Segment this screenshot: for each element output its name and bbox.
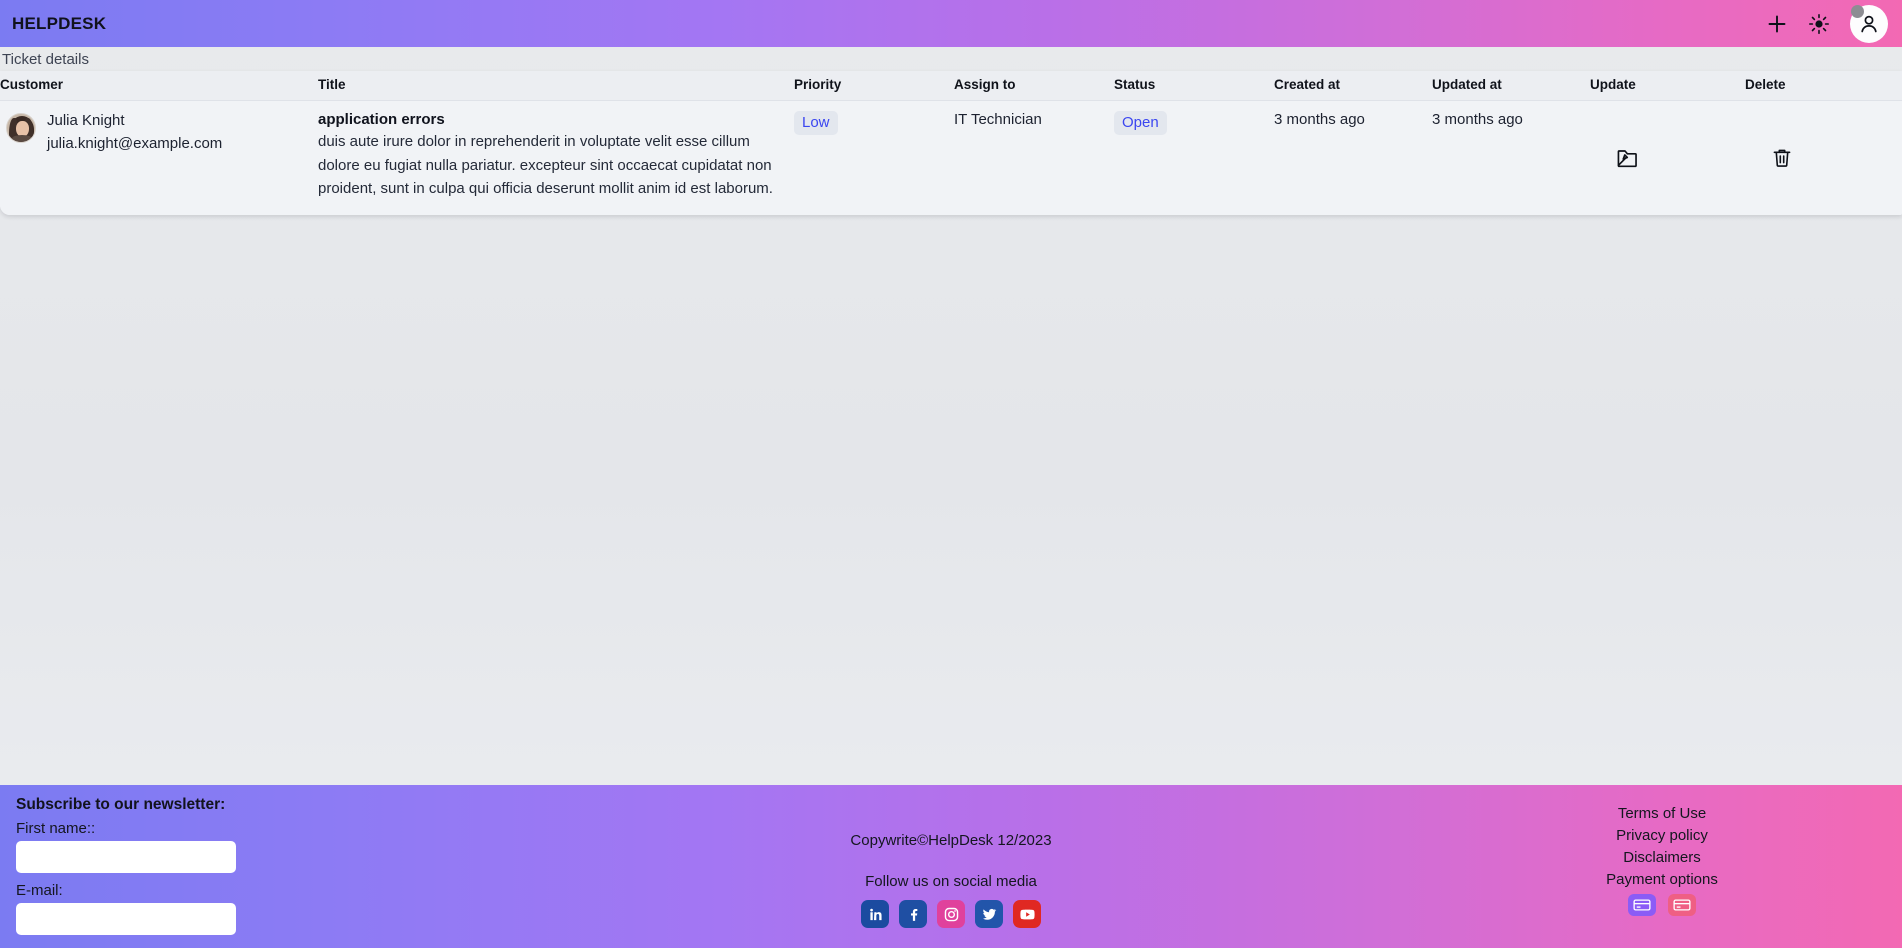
avatar — [6, 113, 36, 143]
cell-priority: Low — [794, 100, 954, 215]
link-terms-of-use[interactable]: Terms of Use — [1422, 805, 1902, 822]
customer-name: Julia Knight — [47, 112, 125, 129]
cell-customer: Julia Knight julia.knight@example.com — [0, 100, 318, 215]
column-header-status: Status — [1114, 71, 1274, 101]
cell-title: application errors duis aute irure dolor… — [318, 100, 794, 215]
cell-assign-to: IT Technician — [954, 100, 1114, 215]
plus-icon[interactable] — [1764, 11, 1790, 37]
first-name-label: First name:: — [16, 820, 96, 837]
trash-icon[interactable] — [1767, 143, 1797, 173]
link-privacy-policy[interactable]: Privacy policy — [1422, 827, 1902, 844]
status-badge: Open — [1114, 111, 1167, 135]
copyright-text: Copywrite©HelpDesk 12/2023 — [850, 832, 1052, 849]
table-row: Julia Knight julia.knight@example.com ap… — [0, 100, 1902, 215]
content-empty-area — [0, 215, 1902, 785]
header-actions — [1764, 4, 1888, 43]
mastercard-card-icon[interactable] — [1668, 894, 1696, 916]
ticket-description: duis aute irure dolor in reprehenderit i… — [318, 133, 773, 198]
footer-center-section: Copywrite©HelpDesk 12/2023 Follow us on … — [480, 796, 1422, 948]
visa-card-icon[interactable] — [1628, 894, 1656, 916]
app-brand-title: HELPDESK — [12, 13, 107, 33]
cell-updated-at: 3 months ago — [1432, 100, 1590, 215]
tickets-table-head: Customer Title Priority Assign to Status… — [0, 71, 1902, 101]
payment-icons-row — [1422, 894, 1902, 916]
newsletter-heading: Subscribe to our newsletter: — [16, 796, 226, 813]
cell-delete-action — [1745, 100, 1902, 215]
cell-update-action — [1590, 100, 1745, 215]
page-footer: Subscribe to our newsletter: First name:… — [0, 785, 1902, 948]
column-header-assign-to: Assign to — [954, 71, 1114, 101]
follow-us-text: Follow us on social media — [865, 873, 1037, 890]
app-root: HELPDESK Ticket details Customer Title P… — [0, 0, 1902, 948]
instagram-icon[interactable] — [937, 900, 965, 928]
column-header-updated-at: Updated at — [1432, 71, 1590, 101]
page-title: Ticket details — [2, 51, 89, 68]
column-header-priority: Priority — [794, 71, 954, 101]
email-input[interactable] — [16, 903, 236, 935]
twitter-icon[interactable] — [975, 900, 1003, 928]
user-avatar-icon[interactable] — [1850, 4, 1888, 43]
tickets-table: Customer Title Priority Assign to Status… — [0, 71, 1902, 215]
folder-edit-icon[interactable] — [1612, 143, 1642, 173]
social-links-row — [480, 900, 1422, 928]
facebook-icon[interactable] — [899, 900, 927, 928]
updated-at-value: 3 months ago — [1432, 111, 1523, 128]
created-at-value: 3 months ago — [1274, 111, 1365, 128]
link-disclaimers[interactable]: Disclaimers — [1422, 849, 1902, 866]
footer-newsletter-section: Subscribe to our newsletter: First name:… — [0, 796, 480, 948]
top-header-bar: HELPDESK — [0, 0, 1902, 47]
footer-links-section: Terms of Use Privacy policy Disclaimers … — [1422, 796, 1902, 948]
column-header-created-at: Created at — [1274, 71, 1432, 101]
tickets-card: Customer Title Priority Assign to Status… — [0, 71, 1902, 215]
customer-email: julia.knight@example.com — [47, 135, 223, 152]
cell-status: Open — [1114, 100, 1274, 215]
first-name-input[interactable] — [16, 841, 236, 873]
assignee-value: IT Technician — [954, 111, 1042, 128]
email-label: E-mail: — [16, 882, 63, 899]
youtube-icon[interactable] — [1013, 900, 1041, 928]
column-header-update: Update — [1590, 71, 1745, 101]
cell-created-at: 3 months ago — [1274, 100, 1432, 215]
ticket-title: application errors — [318, 111, 445, 128]
link-payment-options[interactable]: Payment options — [1422, 871, 1902, 888]
sun-brightness-icon[interactable] — [1806, 11, 1832, 37]
column-header-title: Title — [318, 71, 794, 101]
linkedin-icon[interactable] — [861, 900, 889, 928]
column-header-customer: Customer — [0, 71, 318, 101]
priority-badge: Low — [794, 111, 838, 135]
tickets-table-body: Julia Knight julia.knight@example.com ap… — [0, 100, 1902, 215]
column-header-delete: Delete — [1745, 71, 1902, 101]
table-header-row: Customer Title Priority Assign to Status… — [0, 71, 1902, 101]
